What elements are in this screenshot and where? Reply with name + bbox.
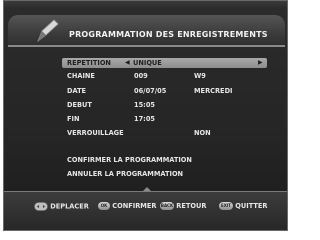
fin-label: FIN [67,115,80,123]
confirm-label: CONFIRMER [112,202,157,210]
debut-value: 15:05 [134,101,155,109]
debut-label: DEBUT [67,101,92,109]
fin-value: 17:05 [134,115,155,123]
date-day: MERCREDI [194,87,233,95]
confirm-programming-button[interactable]: CONFIRMER LA PROGRAMMATION [67,156,192,164]
pen-icon [37,19,59,43]
top-strip [4,1,287,9]
quit-label: QUITTER [235,202,268,210]
chaine-number: 009 [134,72,148,80]
repetition-value: UNIQUE [133,59,162,67]
row-fin[interactable]: FIN 17:05 [4,114,287,125]
date-label: DATE [67,87,87,95]
verrouillage-label: VERROUILLAGE [67,129,124,137]
row-chaine[interactable]: CHAINE 009 W9 [4,71,287,82]
back-hint[interactable]: BACK RETOUR [160,202,206,212]
chaine-name: W9 [194,72,206,80]
arrow-right-icon[interactable]: ▶ [258,59,263,66]
row-debut[interactable]: DEBUT 15:05 [4,100,287,111]
exit-key-icon: EXIT [219,202,233,210]
row-verrouillage[interactable]: VERROUILLAGE NON [4,128,287,139]
ok-key-icon: OK [98,202,110,210]
date-value: 06/07/05 [134,87,167,95]
tv-menu-screen: PROGRAMMATION DES ENREGISTREMENTS REPETI… [3,0,288,231]
arrow-left-icon[interactable]: ◀ [125,59,130,66]
chaine-label: CHAINE [67,72,95,80]
repetition-label: REPETITION [67,59,111,67]
back-key-icon: BACK [160,202,174,210]
page-title: PROGRAMMATION DES ENREGISTREMENTS [69,30,268,39]
row-date[interactable]: DATE 06/07/05 MERCREDI [4,86,287,97]
ok-hint[interactable]: OK CONFIRMER [98,202,156,212]
dpad-icon [34,202,48,211]
back-label: RETOUR [176,202,207,210]
header-divider [8,45,285,47]
cancel-programming-button[interactable]: ANNULER LA PROGRAMMATION [67,170,183,178]
exit-hint[interactable]: EXIT QUITTER [219,202,267,212]
move-label: DEPLACER [50,202,89,211]
verrouillage-value: NON [194,129,211,137]
move-hint[interactable]: DEPLACER [34,202,89,212]
